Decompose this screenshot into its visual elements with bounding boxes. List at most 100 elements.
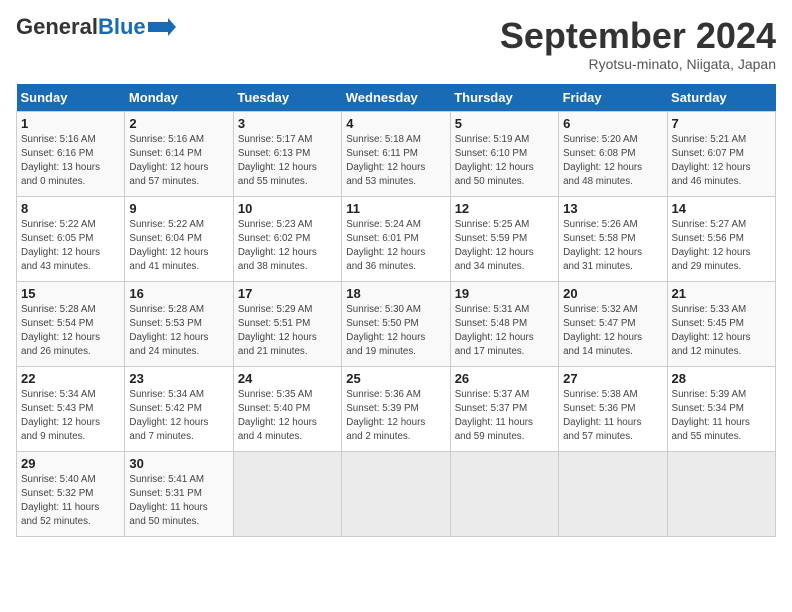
- day-number: 1: [21, 116, 120, 131]
- calendar-week-row: 22 Sunrise: 5:34 AMSunset: 5:43 PMDayligh…: [17, 366, 776, 451]
- day-number: 10: [238, 201, 337, 216]
- calendar-cell: 24 Sunrise: 5:35 AMSunset: 5:40 PMDayligh…: [233, 366, 341, 451]
- calendar-header-row: SundayMondayTuesdayWednesdayThursdayFrid…: [17, 84, 776, 112]
- day-info: Sunrise: 5:27 AMSunset: 5:56 PMDaylight:…: [672, 218, 771, 275]
- day-of-week-header: Sunday: [17, 84, 125, 112]
- day-info: Sunrise: 5:31 AMSunset: 5:48 PMDaylight:…: [455, 303, 554, 360]
- day-info: Sunrise: 5:23 AMSunset: 6:02 PMDaylight:…: [238, 218, 337, 275]
- day-number: 22: [21, 371, 120, 386]
- day-info: Sunrise: 5:16 AMSunset: 6:16 PMDaylight:…: [21, 133, 120, 190]
- day-number: 26: [455, 371, 554, 386]
- calendar-cell: 6 Sunrise: 5:20 AMSunset: 6:08 PMDaylight…: [559, 111, 667, 196]
- logo: GeneralBlue: [16, 16, 176, 38]
- calendar-cell: 3 Sunrise: 5:17 AMSunset: 6:13 PMDaylight…: [233, 111, 341, 196]
- day-info: Sunrise: 5:34 AMSunset: 5:42 PMDaylight:…: [129, 388, 228, 445]
- day-number: 25: [346, 371, 445, 386]
- day-info: Sunrise: 5:18 AMSunset: 6:11 PMDaylight:…: [346, 133, 445, 190]
- page-header: GeneralBlue September 2024 Ryotsu-minato…: [16, 16, 776, 72]
- day-number: 29: [21, 456, 120, 471]
- day-info: Sunrise: 5:41 AMSunset: 5:31 PMDaylight:…: [129, 473, 228, 530]
- day-number: 13: [563, 201, 662, 216]
- calendar-cell: [667, 451, 775, 536]
- day-number: 28: [672, 371, 771, 386]
- day-info: Sunrise: 5:22 AMSunset: 6:04 PMDaylight:…: [129, 218, 228, 275]
- day-number: 24: [238, 371, 337, 386]
- day-info: Sunrise: 5:24 AMSunset: 6:01 PMDaylight:…: [346, 218, 445, 275]
- calendar-week-row: 29 Sunrise: 5:40 AMSunset: 5:32 PMDayligh…: [17, 451, 776, 536]
- day-number: 14: [672, 201, 771, 216]
- day-info: Sunrise: 5:26 AMSunset: 5:58 PMDaylight:…: [563, 218, 662, 275]
- calendar-cell: 8 Sunrise: 5:22 AMSunset: 6:05 PMDaylight…: [17, 196, 125, 281]
- day-info: Sunrise: 5:19 AMSunset: 6:10 PMDaylight:…: [455, 133, 554, 190]
- calendar-title: September 2024: [500, 16, 776, 56]
- day-info: Sunrise: 5:33 AMSunset: 5:45 PMDaylight:…: [672, 303, 771, 360]
- day-number: 16: [129, 286, 228, 301]
- calendar-cell: 13 Sunrise: 5:26 AMSunset: 5:58 PMDayligh…: [559, 196, 667, 281]
- calendar-table: SundayMondayTuesdayWednesdayThursdayFrid…: [16, 84, 776, 537]
- day-info: Sunrise: 5:36 AMSunset: 5:39 PMDaylight:…: [346, 388, 445, 445]
- day-of-week-header: Saturday: [667, 84, 775, 112]
- calendar-body: 1 Sunrise: 5:16 AMSunset: 6:16 PMDaylight…: [17, 111, 776, 536]
- day-number: 4: [346, 116, 445, 131]
- calendar-cell: 30 Sunrise: 5:41 AMSunset: 5:31 PMDayligh…: [125, 451, 233, 536]
- calendar-subtitle: Ryotsu-minato, Niigata, Japan: [500, 56, 776, 72]
- day-info: Sunrise: 5:30 AMSunset: 5:50 PMDaylight:…: [346, 303, 445, 360]
- day-number: 19: [455, 286, 554, 301]
- day-info: Sunrise: 5:20 AMSunset: 6:08 PMDaylight:…: [563, 133, 662, 190]
- calendar-cell: 21 Sunrise: 5:33 AMSunset: 5:45 PMDayligh…: [667, 281, 775, 366]
- day-number: 8: [21, 201, 120, 216]
- day-info: Sunrise: 5:34 AMSunset: 5:43 PMDaylight:…: [21, 388, 120, 445]
- day-number: 20: [563, 286, 662, 301]
- calendar-cell: 25 Sunrise: 5:36 AMSunset: 5:39 PMDayligh…: [342, 366, 450, 451]
- day-number: 30: [129, 456, 228, 471]
- title-block: September 2024 Ryotsu-minato, Niigata, J…: [500, 16, 776, 72]
- day-info: Sunrise: 5:25 AMSunset: 5:59 PMDaylight:…: [455, 218, 554, 275]
- day-info: Sunrise: 5:22 AMSunset: 6:05 PMDaylight:…: [21, 218, 120, 275]
- day-number: 23: [129, 371, 228, 386]
- calendar-cell: 29 Sunrise: 5:40 AMSunset: 5:32 PMDayligh…: [17, 451, 125, 536]
- calendar-cell: 23 Sunrise: 5:34 AMSunset: 5:42 PMDayligh…: [125, 366, 233, 451]
- day-info: Sunrise: 5:28 AMSunset: 5:53 PMDaylight:…: [129, 303, 228, 360]
- calendar-cell: 2Sunrise: 5:16 AMSunset: 6:14 PMDaylight…: [125, 111, 233, 196]
- calendar-week-row: 15 Sunrise: 5:28 AMSunset: 5:54 PMDayligh…: [17, 281, 776, 366]
- day-info: Sunrise: 5:35 AMSunset: 5:40 PMDaylight:…: [238, 388, 337, 445]
- day-of-week-header: Thursday: [450, 84, 558, 112]
- calendar-cell: 1 Sunrise: 5:16 AMSunset: 6:16 PMDaylight…: [17, 111, 125, 196]
- day-number: 18: [346, 286, 445, 301]
- calendar-cell: 10 Sunrise: 5:23 AMSunset: 6:02 PMDayligh…: [233, 196, 341, 281]
- day-number: 21: [672, 286, 771, 301]
- calendar-cell: 20 Sunrise: 5:32 AMSunset: 5:47 PMDayligh…: [559, 281, 667, 366]
- day-number: 7: [672, 116, 771, 131]
- calendar-cell: 12 Sunrise: 5:25 AMSunset: 5:59 PMDayligh…: [450, 196, 558, 281]
- day-number: 12: [455, 201, 554, 216]
- calendar-cell: 5 Sunrise: 5:19 AMSunset: 6:10 PMDaylight…: [450, 111, 558, 196]
- day-number: 11: [346, 201, 445, 216]
- day-number: 6: [563, 116, 662, 131]
- calendar-cell: 28Sunrise: 5:39 AMSunset: 5:34 PMDayligh…: [667, 366, 775, 451]
- calendar-cell: 16 Sunrise: 5:28 AMSunset: 5:53 PMDayligh…: [125, 281, 233, 366]
- logo-arrow-icon: [148, 18, 176, 36]
- calendar-cell: [233, 451, 341, 536]
- day-of-week-header: Friday: [559, 84, 667, 112]
- calendar-cell: [559, 451, 667, 536]
- calendar-cell: 18 Sunrise: 5:30 AMSunset: 5:50 PMDayligh…: [342, 281, 450, 366]
- calendar-cell: 27Sunrise: 5:38 AMSunset: 5:36 PMDayligh…: [559, 366, 667, 451]
- calendar-cell: 19 Sunrise: 5:31 AMSunset: 5:48 PMDayligh…: [450, 281, 558, 366]
- day-info: Sunrise: 5:29 AMSunset: 5:51 PMDaylight:…: [238, 303, 337, 360]
- day-number: 27: [563, 371, 662, 386]
- day-info: Sunrise: 5:17 AMSunset: 6:13 PMDaylight:…: [238, 133, 337, 190]
- calendar-week-row: 1 Sunrise: 5:16 AMSunset: 6:16 PMDaylight…: [17, 111, 776, 196]
- day-info: Sunrise: 5:28 AMSunset: 5:54 PMDaylight:…: [21, 303, 120, 360]
- day-number: 3: [238, 116, 337, 131]
- day-info: Sunrise: 5:32 AMSunset: 5:47 PMDaylight:…: [563, 303, 662, 360]
- day-number: 5: [455, 116, 554, 131]
- day-number: 17: [238, 286, 337, 301]
- day-number: 15: [21, 286, 120, 301]
- day-info: Sunrise: 5:21 AMSunset: 6:07 PMDaylight:…: [672, 133, 771, 190]
- calendar-cell: 14 Sunrise: 5:27 AMSunset: 5:56 PMDayligh…: [667, 196, 775, 281]
- day-number: 9: [129, 201, 228, 216]
- day-info: Sunrise: 5:40 AMSunset: 5:32 PMDaylight:…: [21, 473, 120, 530]
- day-of-week-header: Monday: [125, 84, 233, 112]
- calendar-cell: 22 Sunrise: 5:34 AMSunset: 5:43 PMDayligh…: [17, 366, 125, 451]
- logo-text: GeneralBlue: [16, 16, 146, 38]
